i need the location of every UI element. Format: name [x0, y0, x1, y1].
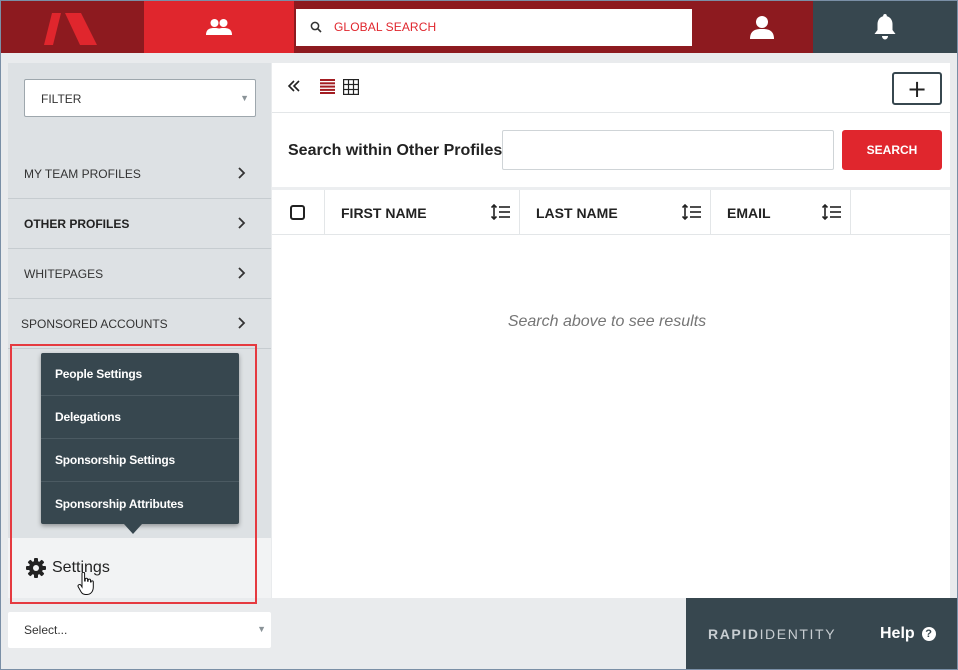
- add-profile-button[interactable]: +: [892, 72, 942, 105]
- notifications-button[interactable]: [813, 1, 957, 53]
- chevron-right-icon: [238, 267, 246, 279]
- app-logo[interactable]: [1, 1, 144, 53]
- global-search-input[interactable]: GLOBAL SEARCH: [296, 8, 692, 46]
- chevron-right-icon: [238, 217, 246, 229]
- sidebar-item-other-profiles[interactable]: OTHER PROFILES: [8, 199, 271, 249]
- column-header-last-name[interactable]: LAST NAME: [520, 190, 711, 235]
- select-all-checkbox[interactable]: [290, 205, 305, 220]
- sidebar-item-label: WHITEPAGES: [24, 266, 104, 281]
- help-label: Help: [880, 625, 915, 642]
- sidebar-item-my-team-profiles[interactable]: MY TEAM PROFILES: [8, 149, 271, 199]
- search-button[interactable]: SEARCH: [842, 130, 942, 170]
- global-search-placeholder: GLOBAL SEARCH: [334, 20, 437, 34]
- people-nav-button[interactable]: [144, 1, 294, 53]
- collapse-sidebar-icon[interactable]: [286, 78, 302, 94]
- app-logo-icon: [44, 13, 97, 45]
- people-icon: [206, 19, 232, 35]
- user-icon: [750, 16, 774, 39]
- grid-view-icon[interactable]: [343, 79, 359, 95]
- list-view-icon[interactable]: [320, 79, 335, 94]
- sidebar-item-sponsored-accounts[interactable]: SPONSORED ACCOUNTS: [8, 299, 271, 349]
- dropdown-caret-icon: ▼: [257, 624, 266, 634]
- select-placeholder: Select...: [24, 623, 68, 637]
- column-header-first-name[interactable]: FIRST NAME: [325, 190, 520, 235]
- column-header-email[interactable]: EMAIL: [711, 190, 851, 235]
- help-question-icon: ?: [921, 627, 936, 641]
- chevron-right-icon: [238, 317, 246, 329]
- sort-icon[interactable]: [682, 204, 702, 220]
- brand-part-1: RAPID: [708, 626, 760, 642]
- top-bar: GLOBAL SEARCH: [1, 1, 957, 53]
- main-toolbar: +: [272, 63, 950, 113]
- sort-icon[interactable]: [491, 204, 511, 220]
- search-label: Search within Other Profiles:: [288, 142, 508, 159]
- sidebar-item-label: SPONSORED ACCOUNTS: [21, 316, 168, 331]
- footer-bar: RAPIDIDENTITY Help ?: [686, 598, 957, 669]
- results-table-header: FIRST NAME LAST NAME EMAIL: [272, 187, 950, 235]
- filter-dropdown[interactable]: FILTER ▼: [24, 79, 256, 117]
- profile-search-input[interactable]: [502, 130, 834, 170]
- highlight-annotation: [10, 344, 257, 604]
- brand-logo: RAPIDIDENTITY: [708, 626, 836, 642]
- column-header-label: FIRST NAME: [341, 204, 427, 221]
- bottom-select-dropdown[interactable]: Select... ▼: [8, 612, 271, 648]
- empty-results-message: Search above to see results: [507, 313, 707, 330]
- filter-label: FILTER: [41, 92, 82, 106]
- global-search-container: GLOBAL SEARCH: [294, 1, 711, 53]
- user-profile-button[interactable]: [711, 1, 813, 53]
- sidebar-item-label: MY TEAM PROFILES: [24, 166, 141, 181]
- search-icon: [310, 21, 322, 33]
- chevron-right-icon: [238, 167, 246, 179]
- sort-icon[interactable]: [822, 204, 842, 220]
- sidebar-item-label: OTHER PROFILES: [24, 216, 130, 231]
- column-header-label: EMAIL: [727, 204, 771, 221]
- profile-search-row: Search within Other Profiles: SEARCH: [272, 114, 950, 184]
- sidebar-item-whitepages[interactable]: WHITEPAGES: [8, 249, 271, 299]
- bell-icon: [874, 14, 896, 40]
- help-link[interactable]: Help ?: [880, 625, 936, 643]
- sidebar-nav: MY TEAM PROFILES OTHER PROFILES WHITEPAG…: [8, 149, 271, 349]
- column-header-label: LAST NAME: [536, 204, 618, 221]
- main-panel: + Search within Other Profiles: SEARCH F…: [272, 63, 950, 598]
- brand-part-2: IDENTITY: [759, 626, 837, 642]
- select-all-cell: [272, 190, 325, 235]
- hand-cursor-icon: [77, 572, 94, 595]
- dropdown-caret-icon: ▼: [240, 93, 249, 103]
